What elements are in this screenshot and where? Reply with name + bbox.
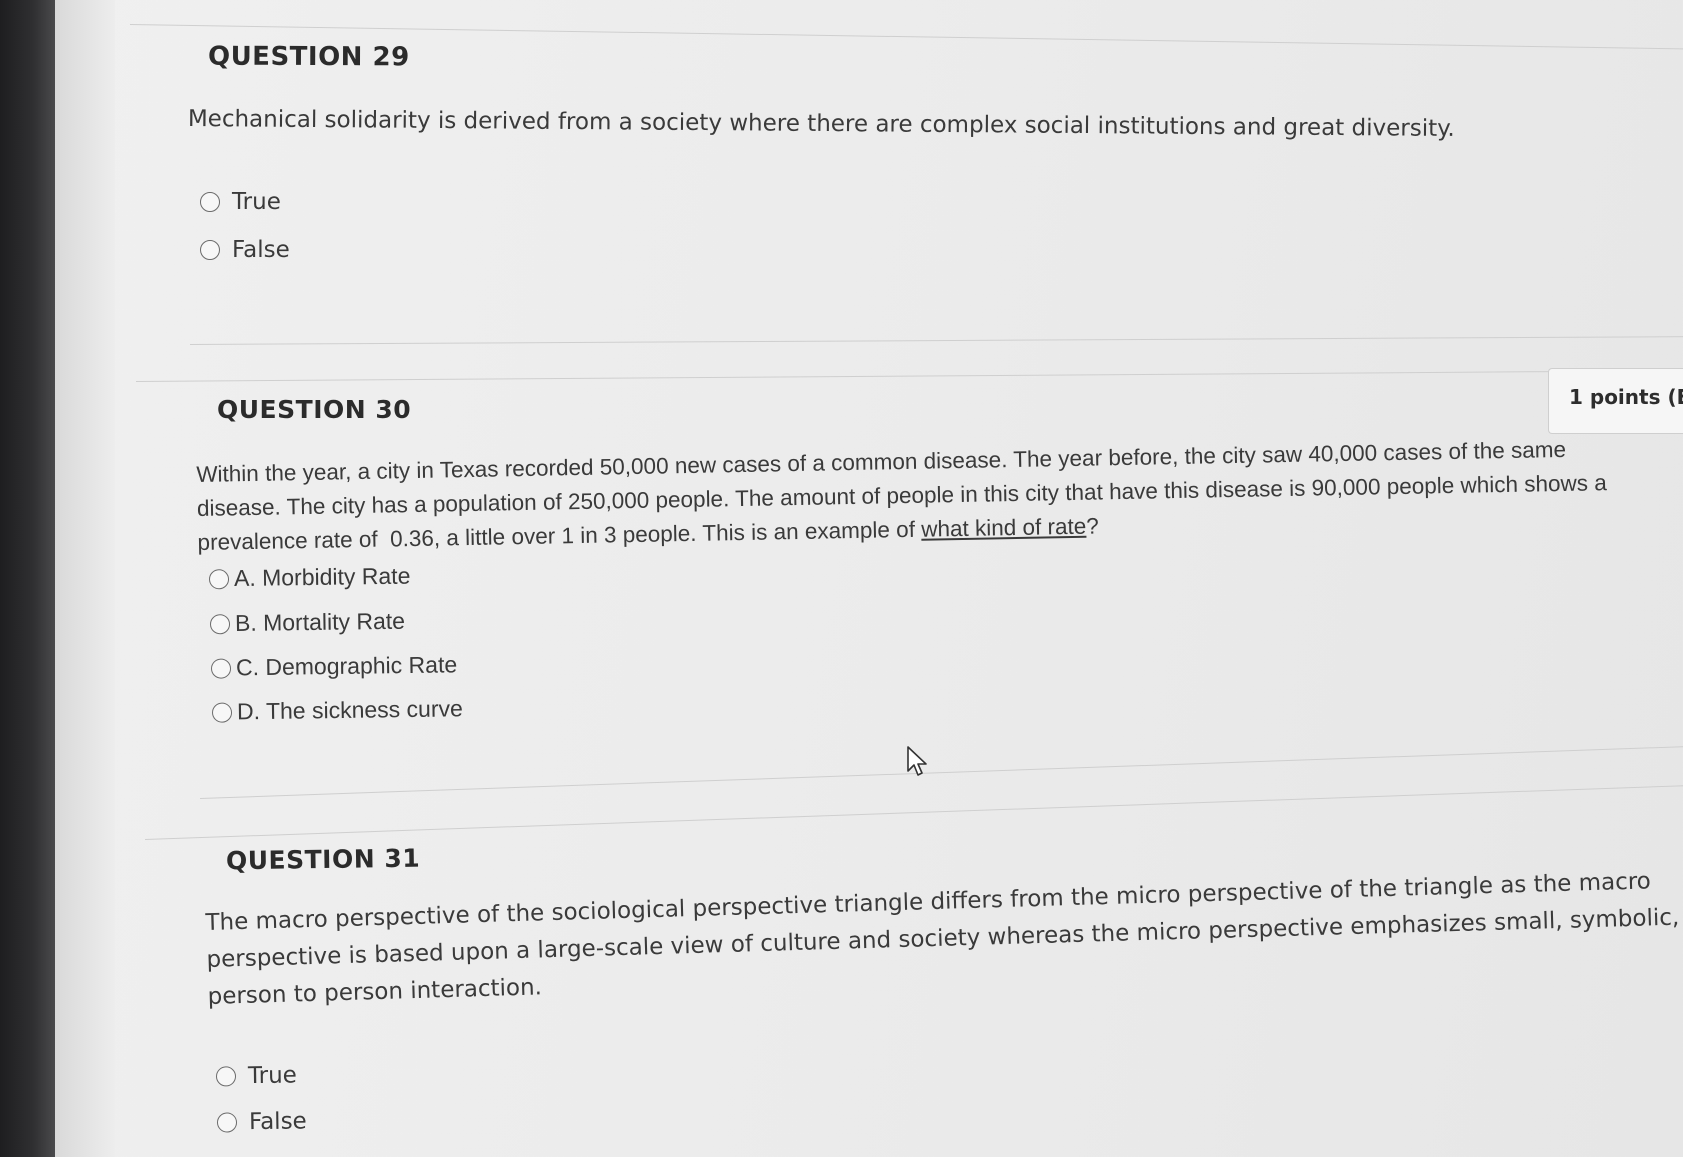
- question-29-text: Mechanical solidarity is derived from a …: [187, 106, 1455, 142]
- q30-option-d-label: D. The sickness curve: [236, 695, 463, 725]
- monitor-bezel: [0, 0, 55, 1157]
- q31-option-true-label: True: [247, 1062, 298, 1090]
- q30-option-c-label: C. Demographic Rate: [235, 651, 458, 681]
- question-30-text-line-3-end: ?: [1086, 513, 1100, 539]
- what-kind-of-rate-link[interactable]: what kind of rate: [921, 514, 1087, 542]
- q30-option-d[interactable]: D. The sickness curve: [211, 695, 463, 725]
- divider-q29-bottom: [190, 336, 1683, 345]
- q30-radio-c[interactable]: [210, 657, 232, 679]
- q30-option-b[interactable]: B. Mortality Rate: [209, 607, 406, 638]
- q31-option-true[interactable]: True: [215, 1062, 298, 1090]
- q31-option-false[interactable]: False: [216, 1108, 307, 1136]
- page-margin: [55, 0, 115, 1157]
- q31-radio-true[interactable]: [215, 1066, 237, 1087]
- q29-radio-false[interactable]: [200, 240, 220, 260]
- mouse-pointer-icon: [907, 746, 927, 776]
- q29-option-true[interactable]: True: [200, 189, 281, 215]
- q29-radio-true[interactable]: [200, 192, 220, 212]
- q31-radio-false[interactable]: [216, 1112, 238, 1133]
- divider-q31-top: [145, 785, 1683, 840]
- divider-q30-top: [136, 371, 1556, 382]
- q30-option-c[interactable]: C. Demographic Rate: [210, 651, 458, 681]
- question-29-heading: QUESTION 29: [207, 41, 410, 73]
- q29-option-true-label: True: [232, 189, 281, 215]
- question-31-text: The macro perspective of the sociologica…: [205, 863, 1681, 1016]
- q30-radio-b[interactable]: [209, 613, 231, 634]
- q31-option-false-label: False: [248, 1108, 307, 1136]
- question-31-heading: QUESTION 31: [225, 843, 421, 876]
- points-badge: 1 points (Ext: [1548, 368, 1683, 434]
- q30-radio-a[interactable]: [208, 568, 230, 589]
- q30-option-a[interactable]: A. Morbidity Rate: [208, 562, 411, 593]
- question-30-text: Within the year, a city in Texas recorde…: [196, 432, 1608, 560]
- q29-option-false[interactable]: False: [200, 237, 290, 263]
- q29-option-false-label: False: [232, 237, 290, 263]
- q30-radio-d[interactable]: [211, 701, 233, 723]
- q30-option-a-label: A. Morbidity Rate: [233, 562, 411, 592]
- question-30-heading: QUESTION 30: [217, 395, 412, 424]
- q30-option-b-label: B. Mortality Rate: [234, 607, 406, 637]
- divider-q30-bottom: [200, 745, 1683, 799]
